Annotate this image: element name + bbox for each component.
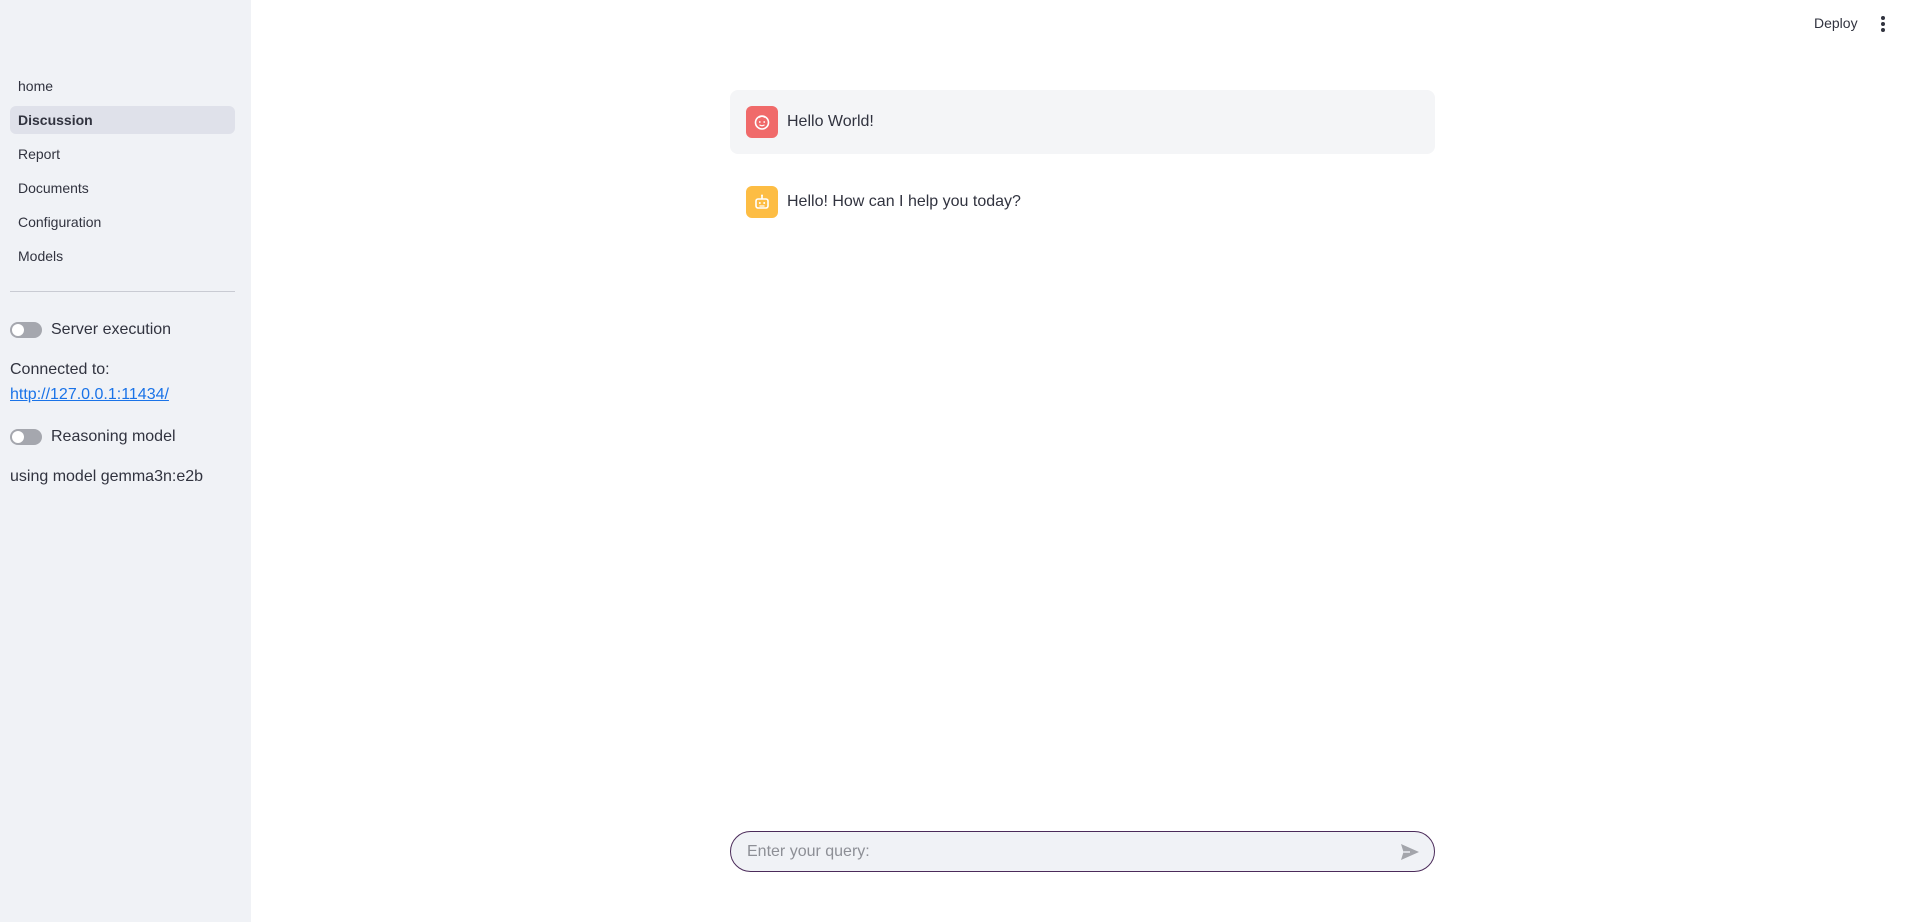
chat-message-text: Hello World! [787,113,874,130]
deploy-button[interactable]: Deploy [1814,15,1858,31]
sidebar-item-documents[interactable]: Documents [10,174,235,202]
user-face-icon [746,106,778,138]
sidebar-divider [10,291,235,292]
chat-input-container [730,831,1435,872]
connected-url-link[interactable]: http://127.0.0.1:11434/ [10,386,169,404]
chat-message-assistant: Hello! How can I help you today? [730,170,1435,234]
robot-icon [746,186,778,218]
more-menu-icon[interactable] [1878,14,1888,34]
reasoning-model-toggle[interactable] [10,429,42,445]
chat-message-user: Hello World! [730,90,1435,154]
sidebar-item-home[interactable]: home [10,72,235,100]
model-status-text: using model gemma3n:e2b [10,468,204,485]
chat-query-input[interactable] [747,842,1398,861]
sidebar-item-discussion[interactable]: Discussion [10,106,235,134]
sidebar: home Discussion Report Documents Configu… [0,0,251,922]
connected-label: Connected to: [10,361,110,378]
sidebar-item-models[interactable]: Models [10,242,235,270]
reasoning-model-row: Reasoning model [10,428,176,446]
sidebar-item-report[interactable]: Report [10,140,235,168]
server-execution-label: Server execution [51,321,172,338]
send-icon[interactable] [1398,840,1422,864]
sidebar-nav: home Discussion Report Documents Configu… [10,72,235,276]
chat-message-text: Hello! How can I help you today? [787,193,1021,210]
reasoning-model-label: Reasoning model [51,428,176,445]
server-execution-row: Server execution [10,321,171,339]
sidebar-item-configuration[interactable]: Configuration [10,208,235,236]
server-execution-toggle[interactable] [10,322,42,338]
